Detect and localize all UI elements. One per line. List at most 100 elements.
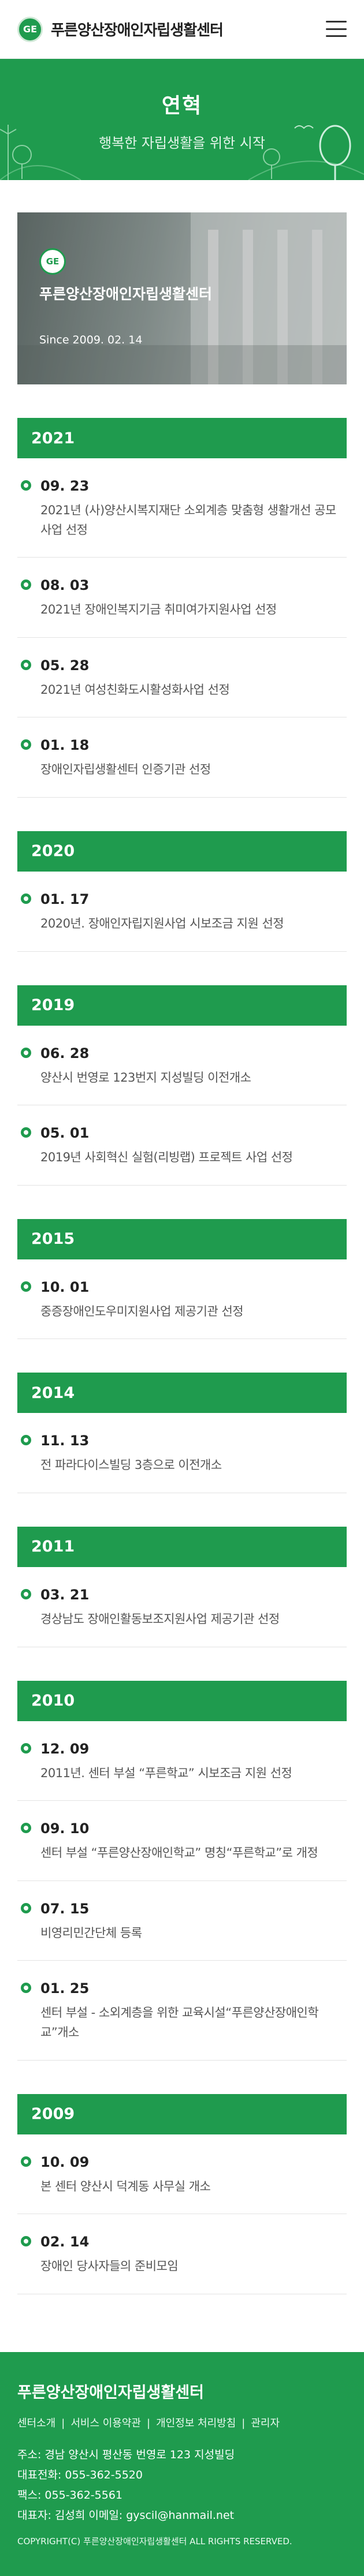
year-heading: 2020	[17, 831, 347, 872]
bullet-circle-icon	[21, 1435, 31, 1446]
bullet-circle-icon	[21, 1281, 31, 1292]
bullet-circle-icon	[21, 1823, 31, 1834]
history-description: 2020년. 장애인자립지원사업 시보조금 지원 선정	[40, 916, 284, 930]
history-date: 10. 09	[40, 2153, 90, 2170]
bullet-circle-icon	[21, 1047, 31, 1058]
footer-fax: 팩스: 055-362-5561	[17, 2488, 122, 2502]
history-description: 경상남도 장애인활동보조지원사업 제공기관 선정	[40, 1612, 280, 1626]
footer-link-privacy[interactable]: 개인정보 처리방침	[156, 2417, 236, 2429]
bullet-circle-icon	[21, 1902, 31, 1913]
footer-link-terms[interactable]: 서비스 이용약관	[70, 2417, 141, 2429]
hamburger-icon[interactable]	[326, 21, 347, 37]
history-description: 2011년. 센터 부설 “푸른학교” 시보조금 지원 선정	[40, 1766, 292, 1780]
history-date: 12. 09	[40, 1740, 90, 1757]
banner-title: 푸른양산장애인자립생활센터	[39, 286, 213, 302]
history-date: 01. 18	[40, 737, 90, 754]
history-date: 01. 17	[40, 891, 90, 907]
history-description: 장애인자립생활센터 인증기관 선정	[40, 762, 211, 777]
footer-copyright: COPYRIGHT(C) 푸른양산장애인자립생활센터 ALL RIGHTS RE…	[17, 2536, 292, 2547]
history-item: 09. 23 2021년 (사)양산시복지재단 소외계층 맞춤형 생활개선 공모사…	[17, 458, 347, 558]
history-date: 09. 10	[40, 1820, 90, 1837]
history-description: 본 센터 양산시 덕계동 사무실 개소	[40, 2179, 211, 2193]
site-footer: 푸른양산장애인자립생활센터 센터소개 | 서비스 이용약관 | 개인정보 처리방침 | 관리…	[0, 2351, 364, 2576]
history-item: 01. 18 장애인자립생활센터 인증기관 선정	[17, 717, 347, 798]
history-description: 전 파라다이스빌딩 3층으로 이전개소	[40, 1458, 222, 1472]
history-date: 07. 15	[40, 1900, 90, 1917]
history-date: 03. 21	[40, 1586, 90, 1603]
bullet-circle-icon	[21, 1983, 31, 1994]
year-heading: 2019	[17, 985, 347, 1026]
hero-decoration-left-icon	[0, 125, 81, 180]
site-name[interactable]: 푸른양산장애인자립생활센터	[51, 18, 224, 40]
history-description: 2021년 (사)양산시복지재단 소외계층 맞춤형 생활개선 공모사업 선정	[40, 503, 336, 537]
history-item: 05. 01 2019년 사회혁신 실험(리빙랩) 프로젝트 사업 선정	[17, 1105, 347, 1186]
hero-decoration-right-icon	[248, 125, 364, 180]
history-item: 01. 17 2020년. 장애인자립지원사업 시보조금 지원 선정	[17, 872, 347, 952]
year-section: 2009 10. 09 본 센터 양산시 덕계동 사무실 개소 02. 14 장애인 당…	[0, 2093, 364, 2294]
history-item: 09. 10 센터 부설 “푸른양산장애인학교” 명칭“푸른학교”로 개정	[17, 1801, 347, 1881]
history-date: 06. 28	[40, 1045, 90, 1061]
footer-links: 센터소개 | 서비스 이용약관 | 개인정보 처리방침 | 관리자	[17, 2417, 280, 2429]
year-section: 2011 03. 21 경상남도 장애인활동보조지원사업 제공기관 선정	[0, 1526, 364, 1647]
year-section: 2014 11. 13 전 파라다이스빌딩 3층으로 이전개소	[0, 1373, 364, 1493]
history-item: 01. 25 센터 부설 - 소외계층을 위한 교육시설“푸른양산장애인학교”개소	[17, 1961, 347, 2061]
year-section: 2010 12. 09 2011년. 센터 부설 “푸른학교” 시보조금 지원 선정…	[0, 1680, 364, 2061]
year-heading: 2010	[17, 1680, 347, 1721]
history-date: 11. 13	[40, 1433, 90, 1449]
history-item: 10. 09 본 센터 양산시 덕계동 사무실 개소	[17, 2134, 347, 2215]
history-description: 중증장애인도우미지원사업 제공기관 선정	[40, 1304, 244, 1318]
history-item: 02. 14 장애인 당사자들의 준비모임	[17, 2214, 347, 2294]
bullet-circle-icon	[21, 2236, 31, 2247]
footer-address: 주소: 경남 양산시 평산동 번영로 123 지성빌딩	[17, 2448, 235, 2461]
banner-logo: GE	[39, 248, 66, 275]
history-description: 2021년 장애인복지기금 취미여가지원사업 선정	[40, 603, 277, 617]
history-date: 08. 03	[40, 577, 90, 594]
year-heading: 2014	[17, 1373, 347, 1414]
year-section: 2019 06. 28 양산시 번영로 123번지 지성빌딩 이전개소 05. 01 2…	[0, 985, 364, 1186]
history-date: 09. 23	[40, 478, 90, 494]
history-item: 10. 01 중증장애인도우미지원사업 제공기관 선정	[17, 1259, 347, 1340]
footer-rep-email: 대표자: 김성희 이메일: gyscil@hanmail.net	[17, 2509, 235, 2522]
footer-site-name: 푸른양산장애인자립생활센터	[17, 2383, 204, 2402]
banner-since: Since 2009. 02. 14	[39, 334, 143, 346]
year-section: 2021 09. 23 2021년 (사)양산시복지재단 소외계층 맞춤형 생활개선…	[0, 418, 364, 798]
bullet-circle-icon	[21, 659, 31, 670]
history-description: 비영리민간단체 등록	[40, 1926, 142, 1940]
bullet-circle-icon	[21, 2156, 31, 2167]
history-description: 양산시 번영로 123번지 지성빌딩 이전개소	[40, 1070, 251, 1085]
site-logo[interactable]: GE	[17, 16, 43, 42]
year-heading: 2011	[17, 1526, 347, 1567]
history-item: 11. 13 전 파라다이스빌딩 3층으로 이전개소	[17, 1413, 347, 1493]
history-description: 2021년 여성친화도시활성화사업 선정	[40, 682, 230, 697]
history-item: 06. 28 양산시 번영로 123번지 지성빌딩 이전개소	[17, 1026, 347, 1106]
history-item: 07. 15 비영리민간단체 등록	[17, 1881, 347, 1961]
year-section: 2015 10. 01 중증장애인도우미지원사업 제공기관 선정	[0, 1218, 364, 1340]
footer-link-about[interactable]: 센터소개	[17, 2417, 55, 2429]
footer-link-admin[interactable]: 관리자	[251, 2417, 280, 2429]
footer-info: 주소: 경남 양산시 평산동 번영로 123 지성빌딩 대표전화: 055-36…	[17, 2445, 347, 2526]
history-item: 12. 09 2011년. 센터 부설 “푸른학교” 시보조금 지원 선정	[17, 1721, 347, 1801]
year-heading: 2021	[17, 418, 347, 458]
history-date: 01. 25	[40, 1980, 90, 1997]
history-item: 08. 03 2021년 장애인복지기금 취미여가지원사업 선정	[17, 558, 347, 638]
history-description: 센터 부설 - 소외계층을 위한 교육시설“푸른양산장애인학교”개소	[40, 2006, 319, 2039]
bullet-circle-icon	[21, 579, 31, 590]
history-description: 장애인 당사자들의 준비모임	[40, 2259, 179, 2274]
history-date: 05. 01	[40, 1125, 90, 1142]
bullet-circle-icon	[21, 1588, 31, 1599]
history-timeline: 2021 09. 23 2021년 (사)양산시복지재단 소외계층 맞춤형 생활개선…	[0, 418, 364, 2294]
site-header: GE 푸른양산장애인자립생활센터	[0, 0, 364, 59]
history-item: 03. 21 경상남도 장애인활동보조지원사업 제공기관 선정	[17, 1567, 347, 1647]
bullet-circle-icon	[21, 893, 31, 904]
history-date: 02. 14	[40, 2234, 90, 2250]
bullet-circle-icon	[21, 739, 31, 750]
history-item: 05. 28 2021년 여성친화도시활성화사업 선정	[17, 638, 347, 718]
intro-banner: GE 푸른양산장애인자립생활센터 Since 2009. 02. 14	[17, 212, 347, 384]
hero-section: 연혁 행복한 자립생활을 위한 시작	[0, 59, 364, 180]
bullet-circle-icon	[21, 1127, 31, 1138]
year-heading: 2009	[17, 2093, 347, 2134]
year-section: 2020 01. 17 2020년. 장애인자립지원사업 시보조금 지원 선정	[0, 831, 364, 952]
history-date: 05. 28	[40, 657, 90, 674]
bullet-circle-icon	[21, 480, 31, 491]
history-description: 2019년 사회혁신 실험(리빙랩) 프로젝트 사업 선정	[40, 1150, 293, 1165]
